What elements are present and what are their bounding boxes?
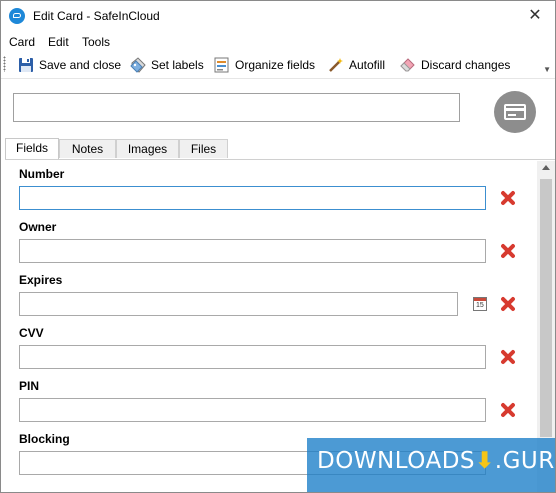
set-labels-label: Set labels — [151, 58, 204, 72]
eraser-icon — [400, 58, 415, 72]
field-label-number: Number — [19, 167, 65, 181]
credit-card-stripe — [504, 108, 526, 111]
menu-tools[interactable]: Tools — [82, 35, 110, 49]
watermark-overlay: DOWNLOADS⬇.GURU — [307, 438, 555, 492]
toolbar-grip[interactable] — [3, 56, 6, 72]
toolbar: Save and close Set labels Organize field… — [1, 52, 555, 79]
calendar-day-text: 15 — [476, 302, 484, 309]
safeincloud-cloud-icon — [9, 8, 25, 24]
cvv-field[interactable] — [19, 345, 486, 369]
delete-expires-icon[interactable] — [500, 296, 516, 312]
close-button[interactable]: ✕ — [515, 1, 555, 31]
credit-card-line — [508, 114, 516, 116]
field-label-expires: Expires — [19, 273, 63, 287]
discard-changes-button[interactable]: Discard changes — [400, 54, 510, 76]
save-and-close-button[interactable]: Save and close — [18, 54, 121, 76]
owner-field[interactable] — [19, 239, 486, 263]
expires-field[interactable] — [19, 292, 458, 316]
card-name-input[interactable] — [13, 93, 460, 122]
label-tag-icon — [130, 57, 146, 73]
field-label-pin: PIN — [19, 379, 40, 393]
toolbar-overflow-icon[interactable]: ▼ — [543, 65, 551, 74]
menu-card[interactable]: Card — [9, 35, 35, 49]
organize-fields-button[interactable]: Organize fields — [214, 54, 315, 76]
scroll-thumb[interactable] — [540, 179, 552, 437]
delete-owner-icon[interactable] — [500, 243, 516, 259]
watermark-text-right: .GURU — [494, 448, 555, 474]
delete-number-icon[interactable] — [500, 190, 516, 206]
discard-changes-label: Discard changes — [421, 58, 511, 72]
tab-images[interactable]: Images — [116, 139, 179, 158]
title-bar: Edit Card - SafeInCloud ✕ — [1, 1, 555, 31]
delete-pin-icon[interactable] — [500, 402, 516, 418]
menu-edit[interactable]: Edit — [48, 35, 69, 49]
autofill-label: Autofill — [349, 58, 386, 72]
calendar-icon[interactable]: 15 — [473, 297, 487, 311]
edit-card-window: Edit Card - SafeInCloud ✕ Card Edit Tool… — [0, 0, 556, 493]
watermark-text-left: DOWNLOADS — [317, 448, 475, 474]
set-labels-button[interactable]: Set labels — [130, 54, 204, 76]
tab-notes[interactable]: Notes — [59, 139, 116, 158]
floppy-disk-icon — [19, 58, 33, 72]
tab-fields[interactable]: Fields — [5, 138, 59, 159]
pin-field[interactable] — [19, 398, 486, 422]
field-label-cvv: CVV — [19, 326, 44, 340]
field-label-blocking: Blocking — [19, 432, 70, 446]
number-field[interactable] — [19, 186, 486, 210]
organize-form-icon — [214, 57, 229, 73]
window-title: Edit Card - SafeInCloud — [33, 9, 160, 23]
tab-files[interactable]: Files — [179, 139, 228, 158]
scroll-up-arrow-icon[interactable] — [542, 165, 550, 170]
delete-cvv-icon[interactable] — [500, 349, 516, 365]
save-and-close-label: Save and close — [39, 58, 122, 72]
magic-wand-icon — [329, 58, 343, 72]
field-label-owner: Owner — [19, 220, 57, 234]
autofill-button[interactable]: Autofill — [328, 54, 385, 76]
card-type-button[interactable] — [494, 91, 536, 133]
organize-fields-label: Organize fields — [235, 58, 316, 72]
menu-bar: Card Edit Tools — [1, 32, 555, 52]
credit-card-icon — [504, 104, 526, 120]
download-arrow-icon: ⬇ — [475, 448, 495, 474]
